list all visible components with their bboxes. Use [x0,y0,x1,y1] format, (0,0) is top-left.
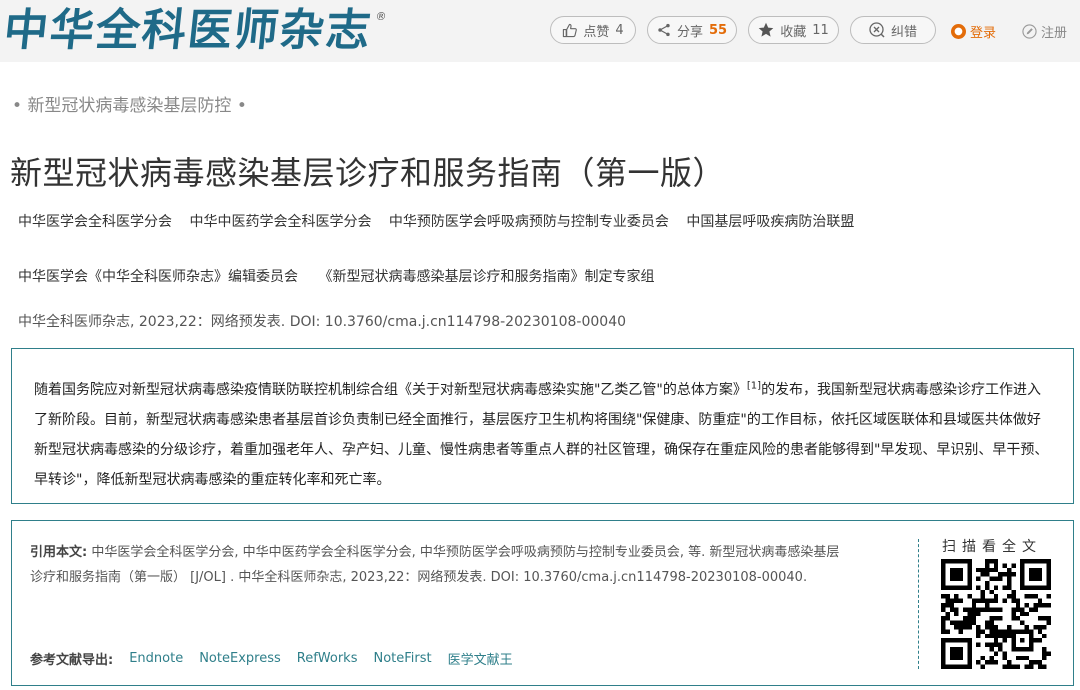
pencil-icon [1022,23,1037,39]
author[interactable]: 中华中医药学会全科医学分会 [189,214,371,230]
qr-label: 扫描看全文 [942,539,1042,555]
citation-content: 中华医学会全科医学分会, 中华中医药学会全科医学分会, 中华预防医学会呼吸病预防… [30,545,840,585]
favorite-button[interactable]: 收藏 11 [748,16,839,44]
reference-export: 参考文献导出: Endnote NoteExpress RefWorks Not… [30,649,513,668]
site-header: 中华全科医师杂志® 点赞 4 分享 55 收藏 11 纠错 ● 登录 注册 [0,0,1080,62]
citation-text: 引用本文: 中华医学会全科医学分会, 中华中医药学会全科医学分会, 中华预防医学… [30,540,850,590]
author[interactable]: 中华医学会全科医学分会 [18,214,172,230]
report-error-label: 纠错 [890,24,917,40]
export-endnote-link[interactable]: Endnote [129,651,183,666]
abstract-box: 随着国务院应对新型冠状病毒感染疫情联防联控机制综合组《关于对新型冠状病毒感染实施… [11,348,1074,504]
report-error-button[interactable]: 纠错 [850,16,936,44]
citation-box: 引用本文: 中华医学会全科医学分会, 中华中医药学会全科医学分会, 中华预防医学… [11,520,1074,686]
author-list-primary: 中华医学会全科医学分会 中华中医药学会全科医学分会 中华预防医学会呼吸病预防与控… [18,211,867,231]
column-bullet-left: • [12,96,23,116]
citation-label: 引用本文: [30,545,88,560]
author-list-secondary: 中华医学会《中华全科医师杂志》编辑委员会 《新型冠状病毒感染基层诊疗和服务指南》… [18,266,670,286]
author[interactable]: 中国基层呼吸疾病防治联盟 [686,214,854,230]
like-count: 4 [615,22,624,38]
star-icon [758,22,774,37]
share-icon [658,23,670,37]
logo-text: 中华全科医师杂志 [1,5,375,56]
abstract-text: 随着国务院应对新型冠状病毒感染疫情联防联控机制综合组《关于对新型冠状病毒感染实施… [34,375,1053,495]
column-bullet-right: • [236,96,247,116]
share-button[interactable]: 分享 55 [647,16,737,44]
reference-link[interactable]: [1] [747,380,761,391]
author[interactable]: 《新型冠状病毒感染基层诊疗和服务指南》制定专家组 [318,269,654,285]
favorite-count: 11 [812,22,829,38]
author[interactable]: 中华医学会《中华全科医师杂志》编辑委员会 [18,269,298,285]
export-notefirst-link[interactable]: NoteFirst [373,651,431,666]
like-label: 点赞 [583,24,610,40]
export-label: 参考文献导出: [30,653,114,668]
export-noteexpress-link[interactable]: NoteExpress [199,651,281,666]
journal-logo[interactable]: 中华全科医师杂志® [1,4,390,58]
register-label: 注册 [1041,25,1068,41]
column-heading: • 新型冠状病毒感染基层防控 • [12,91,247,116]
export-refworks-link[interactable]: RefWorks [297,651,358,666]
login-label: 登录 [970,25,997,41]
favorite-label: 收藏 [780,24,807,40]
author[interactable]: 中华预防医学会呼吸病预防与控制专业委员会 [389,214,669,230]
error-report-icon [869,22,885,38]
qr-code-icon[interactable] [941,559,1051,669]
export-yixuewenxianwang-link[interactable]: 医学文献王 [448,649,513,668]
abstract-part: 随着国务院应对新型冠状病毒感染疫情联防联控机制综合组《关于对新型冠状病毒感染实施… [34,382,747,398]
like-button[interactable]: 点赞 4 [550,16,636,44]
user-icon: ● [951,23,966,39]
article-source: 中华全科医师杂志, 2023,22：网络预发表. DOI: 10.3760/cm… [18,314,627,330]
article-title: 新型冠状病毒感染基层诊疗和服务指南（第一版） [10,154,726,192]
share-label: 分享 [676,24,703,40]
column-name: 新型冠状病毒感染基层防控 [27,96,232,116]
registered-mark: ® [374,10,390,23]
share-count: 55 [708,22,728,38]
login-link[interactable]: ● 登录 [951,22,997,41]
register-link[interactable]: 注册 [1022,22,1068,41]
thumbs-up-icon [563,23,578,37]
divider [918,539,919,669]
